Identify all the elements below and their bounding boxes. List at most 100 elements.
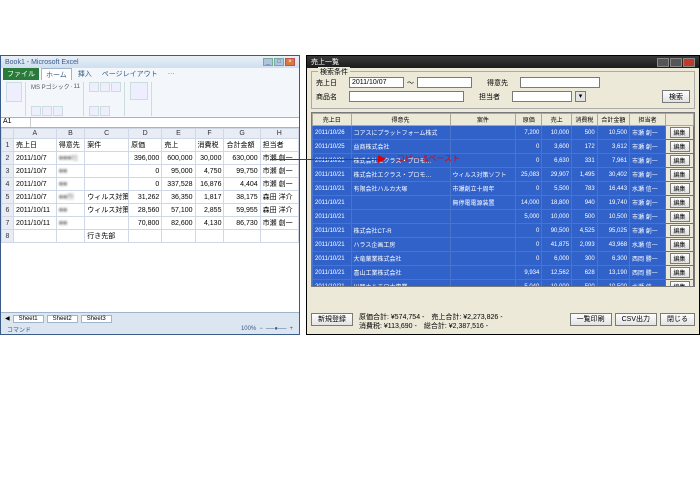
grid-header[interactable]: 合計金額	[597, 114, 629, 126]
table-row[interactable]: 8行き先部	[2, 230, 299, 243]
wrap-button[interactable]	[89, 106, 99, 116]
print-button[interactable]: 一覧印刷	[570, 313, 612, 326]
edit-button[interactable]: 編集	[670, 253, 690, 264]
grid-row[interactable]: 2011/10/21喜山工業株式会社9,93412,56262813,190西岡…	[313, 266, 694, 280]
status-text: コマンド	[7, 325, 31, 334]
edit-button[interactable]: 編集	[670, 169, 690, 180]
grid-row[interactable]: 2011/10/21ハラス企画工房041,8752,09343,968水瀬 信一…	[313, 238, 694, 252]
edit-button[interactable]: 編集	[670, 141, 690, 152]
custom-title: 売上一覧	[311, 57, 339, 67]
grid-row[interactable]: 2011/10/215,00010,00050010,500市瀬 創一編集	[313, 210, 694, 224]
product-input[interactable]	[349, 91, 464, 102]
col-header[interactable]: F	[195, 129, 224, 139]
align-right-button[interactable]	[111, 82, 121, 92]
close-icon[interactable]: ×	[285, 58, 295, 66]
tab-home[interactable]: ホーム	[41, 68, 72, 80]
col-header[interactable]: G	[224, 129, 260, 139]
grid-header[interactable]: 売上	[542, 114, 572, 126]
dropdown-icon[interactable]: ▾	[575, 91, 586, 102]
close-icon[interactable]	[683, 58, 695, 67]
minimize-icon[interactable]	[657, 58, 669, 67]
table-row[interactable]: 52011/10/7■■所ウィルス対策ソフト更新31,26236,3501,81…	[2, 191, 299, 204]
table-row[interactable]: 72011/10/11■■70,80082,6004,13086,730市瀬 創…	[2, 217, 299, 230]
grid-header[interactable]: 消費税	[572, 114, 598, 126]
table-row[interactable]: 42011/10/7■■0337,52816,8764,404市瀬 創一	[2, 178, 299, 191]
sheet-tab[interactable]: Sheet3	[81, 315, 112, 323]
grid-row[interactable]: 2011/10/21有限会社ハルカ大塚市瀬創立十周年05,50078316,44…	[313, 182, 694, 196]
grid-header[interactable]	[666, 114, 694, 126]
custom-titlebar: 売上一覧	[307, 56, 699, 68]
font-name[interactable]: MS Pゴシック	[31, 82, 70, 91]
bold-button[interactable]	[31, 106, 41, 116]
font-size[interactable]: 11	[74, 84, 80, 90]
table-row[interactable]: 32011/10/7■■095,0004,75099,750市瀬 創一	[2, 165, 299, 178]
grid-row[interactable]: 2011/10/21株式会社エクラス・プロモ…06,6303317,961市瀬 …	[313, 154, 694, 168]
merge-button[interactable]	[100, 106, 110, 116]
edit-button[interactable]: 編集	[670, 197, 690, 208]
col-header[interactable]: D	[129, 129, 162, 139]
tab-insert[interactable]: 挿入	[74, 68, 96, 80]
grid-row[interactable]: 2011/10/25益商株式会社03,6001723,612市瀬 創一編集	[313, 140, 694, 154]
grid-row[interactable]: 2011/10/21株式会社エクラス・プロモ…ウィルス対策ソフト25,08329…	[313, 168, 694, 182]
table-row[interactable]: 22011/10/7■■■社396,000600,00030,000630,00…	[2, 152, 299, 165]
edit-button[interactable]: 編集	[670, 267, 690, 278]
date-from-input[interactable]	[349, 77, 404, 88]
minimize-icon[interactable]: _	[263, 58, 273, 66]
maximize-icon[interactable]	[670, 58, 682, 67]
edit-button[interactable]: 編集	[670, 155, 690, 166]
col-header[interactable]: H	[260, 129, 298, 139]
sheet-nav-icon[interactable]: ◀	[5, 315, 10, 322]
grid-header[interactable]: 担当者	[630, 114, 666, 126]
italic-button[interactable]	[42, 106, 52, 116]
sales-list-window: 売上一覧 検索条件 売上日 ～ 得意先 商品名 担当者 ▾	[306, 55, 700, 335]
grid-header[interactable]: 売上日	[313, 114, 352, 126]
grid-row[interactable]: 2011/10/21大竜薬業株式会社06,0003006,300西岡 勝一編集	[313, 252, 694, 266]
search-button[interactable]: 検索	[662, 90, 690, 103]
csv-button[interactable]: CSV出力	[615, 313, 657, 326]
edit-button[interactable]: 編集	[670, 239, 690, 250]
zoom-out-icon[interactable]: −	[259, 326, 263, 332]
grid-row[interactable]: 2011/10/26コアスにプラットフォーム株式7,20010,00050010…	[313, 126, 694, 140]
col-header[interactable]: B	[56, 129, 85, 139]
client-input[interactable]	[520, 77, 600, 88]
grid-header[interactable]: 原価	[516, 114, 542, 126]
edit-button[interactable]: 編集	[670, 183, 690, 194]
person-input[interactable]	[512, 91, 572, 102]
col-header[interactable]: A	[14, 129, 57, 139]
formula-bar[interactable]: A1	[1, 118, 299, 128]
sheet-tab[interactable]: Sheet1	[13, 315, 44, 323]
tab-layout[interactable]: ページレイアウト	[98, 68, 162, 80]
table-row[interactable]: 62011/10/11■■ウィルス対策ソフト購入(集中管理・クライストール付)2…	[2, 204, 299, 217]
excel-grid[interactable]: ABCDEFGH1売上日得意先案件原価売上消費税合計金額担当者22011/10/…	[1, 128, 299, 318]
close-button[interactable]: 閉じる	[660, 313, 695, 326]
date-to-input[interactable]	[417, 77, 472, 88]
grid-header[interactable]: 案件	[450, 114, 516, 126]
grid-row[interactable]: 2011/10/21株式会社CT-R090,5004,52595,025市瀬 創…	[313, 224, 694, 238]
zoom-in-icon[interactable]: +	[289, 326, 293, 332]
sheet-tab[interactable]: Sheet2	[47, 315, 78, 323]
col-header[interactable]: E	[162, 129, 195, 139]
edit-button[interactable]: 編集	[670, 225, 690, 236]
edit-button[interactable]: 編集	[670, 281, 690, 287]
paste-button[interactable]	[6, 82, 22, 102]
align-left-button[interactable]	[89, 82, 99, 92]
tab-more[interactable]: …	[164, 68, 179, 80]
styles-button[interactable]	[130, 82, 148, 100]
new-button[interactable]: 新規登録	[311, 313, 353, 326]
grid-row[interactable]: 2011/10/21川岡ホルモロ大事業5,04010,00050010,500水…	[313, 280, 694, 288]
zoom-slider[interactable]: ──●──	[266, 326, 287, 332]
tab-file[interactable]: ファイル	[3, 68, 39, 80]
edit-button[interactable]: 編集	[670, 127, 690, 138]
edit-button[interactable]: 編集	[670, 211, 690, 222]
grid-header[interactable]: 得意先	[351, 114, 450, 126]
row-header[interactable]: 1	[2, 139, 14, 152]
maximize-icon[interactable]: □	[274, 58, 284, 66]
grid-row[interactable]: 2011/10/21無停電電源装置14,00018,80094019,740市瀬…	[313, 196, 694, 210]
col-header[interactable]: C	[85, 129, 129, 139]
name-box[interactable]: A1	[1, 118, 31, 127]
sales-datagrid[interactable]: 売上日得意先案件原価売上消費税合計金額担当者2011/10/26コアスにプラット…	[311, 112, 695, 287]
underline-button[interactable]	[53, 106, 63, 116]
col-header[interactable]	[2, 129, 14, 139]
person-label: 担当者	[479, 92, 509, 102]
align-center-button[interactable]	[100, 82, 110, 92]
